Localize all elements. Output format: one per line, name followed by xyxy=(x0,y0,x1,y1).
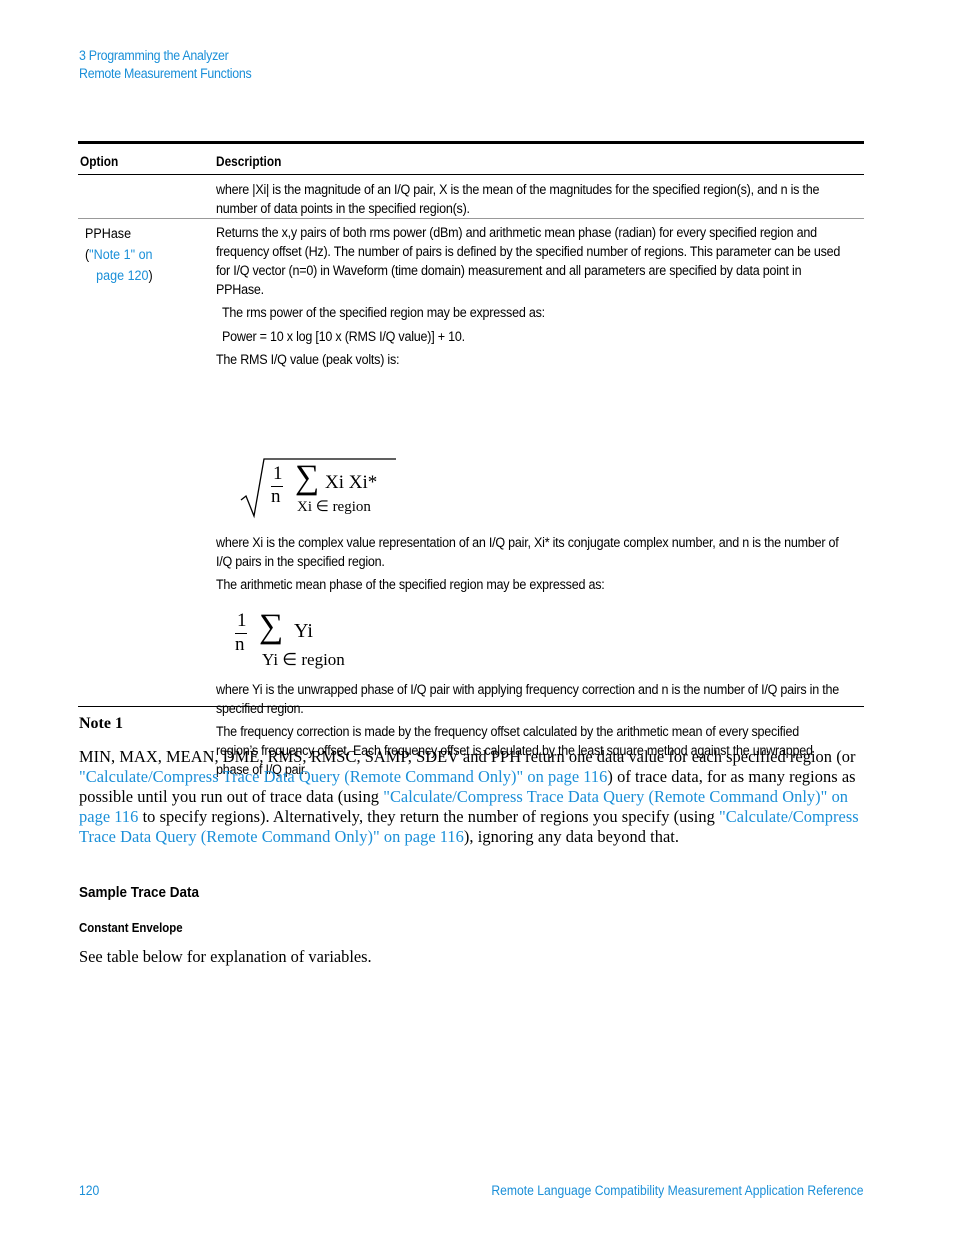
note1-text: MIN, MAX, MEAN, DME, RMS, RMSC, SAMP, SD… xyxy=(79,747,856,766)
note1-title: Note 1 xyxy=(79,715,123,732)
row-description: where |Xi| is the magnitude of an I/Q pa… xyxy=(216,182,820,216)
mean-phase-intro: The arithmetic mean phase of the specifi… xyxy=(216,577,605,592)
fraction-numerator: 1 xyxy=(273,463,283,484)
fraction-denominator: n xyxy=(235,634,245,655)
sigma-icon: ∑ xyxy=(295,459,320,496)
table-header-row: Option Description xyxy=(78,144,864,175)
document-title: Remote Language Compatibility Measuremen… xyxy=(490,1183,863,1198)
column-header-description: Description xyxy=(216,154,282,169)
sample-trace-data-heading: Sample Trace Data xyxy=(79,884,200,901)
rms-iq-intro: The RMS I/Q value (peak volts) is: xyxy=(216,352,400,367)
chapter-title: 3 Programming the Analyzer xyxy=(79,48,229,63)
page-number: 120 xyxy=(79,1183,100,1198)
sigma-icon: ∑ xyxy=(259,608,284,645)
power-formula-text: Power = 10 x log [10 x (RMS I/Q value)] … xyxy=(222,329,465,344)
fraction-denominator: n xyxy=(271,486,281,507)
summand: Xi Xi* xyxy=(325,472,378,493)
rms-power-intro: The rms power of the specified region ma… xyxy=(222,305,545,320)
note1-text: ), ignoring any data beyond that. xyxy=(463,827,680,846)
sum-range: Xi ∈ region xyxy=(297,499,371,515)
note1-link[interactable]: "Note 1" on xyxy=(89,247,152,262)
constant-envelope-heading: Constant Envelope xyxy=(79,920,183,935)
section-title: Remote Measurement Functions xyxy=(79,66,252,81)
mean-phase-formula: 1 n ∑ Yi Yi ∈ region xyxy=(234,609,374,671)
summand: Yi xyxy=(294,620,313,642)
sample-intro-text: See table below for explanation of varia… xyxy=(79,947,372,966)
option-name: PPHase xyxy=(85,226,132,241)
paren-close: ) xyxy=(148,268,153,283)
xi-explanation: where Xi is the complex value representa… xyxy=(216,535,839,569)
sum-range: Yi ∈ region xyxy=(262,650,345,669)
note1-link-page[interactable]: page 120 xyxy=(96,268,148,283)
pphase-description: Returns the x,y pairs of both rms power … xyxy=(216,225,841,297)
table-row-pphase: PPHase ("Note 1" on page 120) Returns th… xyxy=(78,219,864,777)
compress-trace-link[interactable]: "Calculate/Compress Trace Data Query (Re… xyxy=(79,767,607,786)
fraction-numerator: 1 xyxy=(237,610,247,631)
options-table: Option Description where |Xi| is the mag… xyxy=(78,141,864,777)
note1-text: to specify regions). Alternatively, they… xyxy=(138,807,720,826)
table-row: where |Xi| is the magnitude of an I/Q pa… xyxy=(78,175,864,219)
running-header: 3 Programming the Analyzer Remote Measur… xyxy=(79,47,252,83)
yi-explanation: where Yi is the unwrapped phase of I/Q p… xyxy=(216,682,839,716)
option-cell: PPHase ("Note 1" on page 120) xyxy=(85,223,153,286)
rms-iq-formula: 1 n ∑ Xi Xi* Xi ∈ region xyxy=(240,456,400,522)
column-header-option: Option xyxy=(80,154,119,169)
note1-body: MIN, MAX, MEAN, DME, RMS, RMSC, SAMP, SD… xyxy=(79,747,879,847)
